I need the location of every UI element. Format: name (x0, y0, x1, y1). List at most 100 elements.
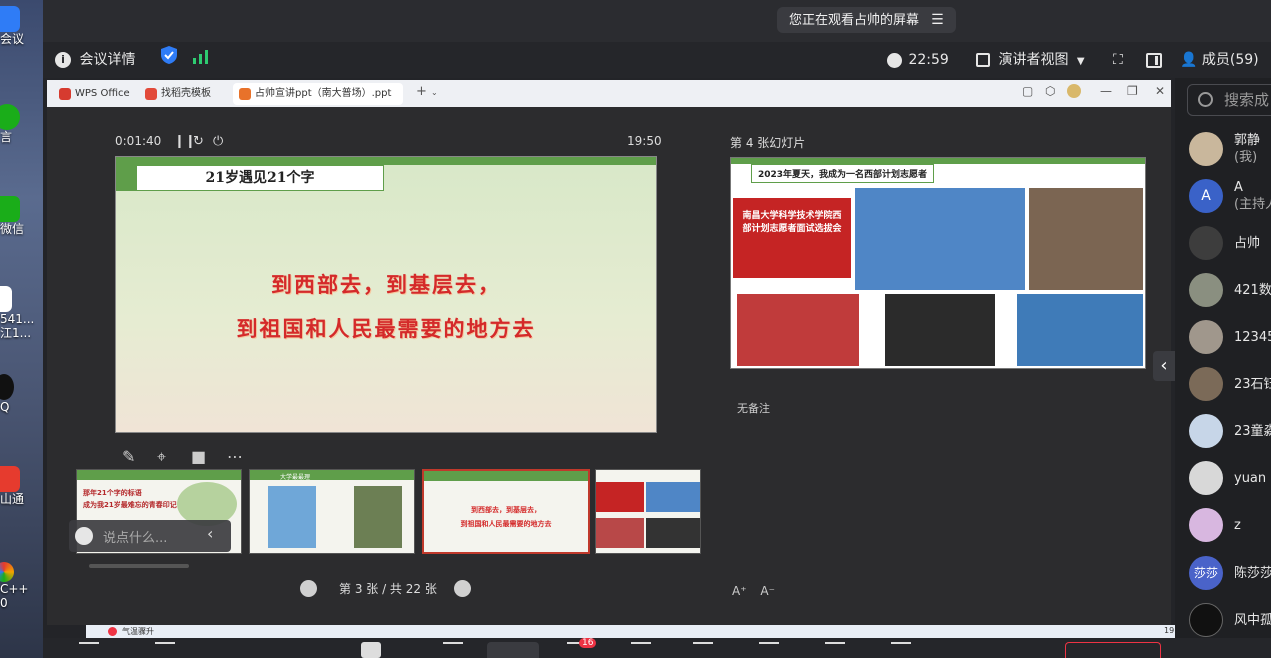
user-avatar-icon[interactable] (1067, 84, 1081, 98)
collapse-panel-button[interactable]: ‹ (1153, 351, 1175, 381)
document-icon (0, 286, 12, 312)
signal-strength-icon[interactable] (193, 42, 209, 78)
mute-mic-icon[interactable] (79, 642, 99, 658)
sidebar-toggle-icon[interactable] (1146, 42, 1162, 78)
desktop-icon-label: 0 (0, 596, 8, 610)
emoji-icon[interactable] (75, 527, 93, 545)
viewing-screen-indicator[interactable]: 您正在观看占帅的屏幕 ☰ (777, 7, 956, 33)
desktop-icon-label: 541... (0, 312, 35, 326)
member-name: 风中孤 (1234, 613, 1271, 628)
desktop-icon-meeting[interactable]: 会议 (0, 6, 43, 46)
increase-font-button[interactable]: A⁺ (732, 584, 747, 598)
avatar: A (1189, 179, 1223, 213)
next-slide-photo (1017, 294, 1143, 366)
presenter-view: 0:01:40 ❙❙ ↻ ⏻ 19:50 21岁遇见21个字 到西部去，到基层去… (47, 107, 1171, 625)
tab-label: WPS Office (75, 88, 130, 99)
members-count-label: 成员(59) (1201, 52, 1259, 68)
next-slide-label: 第 4 张幻灯片 (730, 136, 806, 150)
members-button[interactable]: 👤 成员(59) (1180, 42, 1259, 78)
desktop-icon-wechat[interactable]: 微信 (0, 196, 43, 236)
member-name: A(主持人 (1234, 180, 1271, 212)
elapsed-timer: 0:01:40 (115, 134, 162, 148)
tab-label: 找稻壳模板 (161, 88, 211, 99)
desktop-icon-label: 会议 (0, 32, 25, 46)
next-slide-title: 2023年夏天，我成为一名西部计划志愿者 (751, 164, 935, 183)
new-tab-button[interactable]: + ⌄ (416, 84, 438, 99)
chevron-left-icon[interactable]: ‹ (207, 524, 213, 543)
meeting-details-label: 会议详情 (79, 52, 136, 68)
record-icon[interactable] (631, 642, 651, 658)
next-slide-photo (737, 294, 859, 366)
camera-icon[interactable]: ■ (191, 447, 206, 466)
chat-icon[interactable]: 16 (567, 638, 597, 658)
pen-icon[interactable]: ✎ (122, 447, 135, 466)
members-manage-icon[interactable] (487, 642, 539, 658)
avatar (1189, 508, 1223, 542)
presenter-view-dropdown[interactable]: 演讲者视图 ▼ (976, 42, 1085, 78)
avatar (1189, 320, 1223, 354)
slide-thumbnail-2[interactable]: 大学最最理 (249, 469, 415, 554)
camera-off-icon[interactable] (155, 642, 175, 658)
apps-icon[interactable] (825, 642, 845, 658)
reaction-icon[interactable] (693, 642, 713, 658)
tab-template[interactable]: 找稻壳模板 (139, 83, 225, 105)
meeting-bottom-bar: 16 (43, 638, 1271, 658)
previous-slide-button[interactable] (300, 580, 317, 597)
tab-ppt-file[interactable]: 占帅宣讲ppt（南大普场）.ppt (233, 83, 403, 105)
restart-icon[interactable]: ↻ (193, 134, 204, 149)
share-screen-icon[interactable] (361, 642, 381, 658)
next-slide-button[interactable] (454, 580, 471, 597)
qq-penguin-icon (0, 374, 14, 400)
tab-wps-office[interactable]: WPS Office (53, 83, 133, 105)
more-options-icon[interactable]: ⋯ (227, 447, 243, 466)
meeting-details-button[interactable]: i 会议详情 (55, 42, 135, 78)
ai-assistant-icon[interactable] (759, 642, 779, 658)
meeting-app-icon (0, 6, 20, 32)
desktop-icon-label: C++ (0, 582, 29, 596)
current-slide: 21岁遇见21个字 到西部去，到基层去， 到祖国和人民最需要的地方去 (115, 156, 657, 433)
avatar (1189, 132, 1223, 166)
desktop-icon-2[interactable]: 言 (0, 104, 43, 144)
avatar (1189, 273, 1223, 307)
leave-meeting-button[interactable] (1065, 642, 1161, 658)
slide-thumbnail-3-selected[interactable]: 到西部去，到基层去， 到祖国和人民最需要的地方去 (422, 469, 590, 554)
invite-icon[interactable] (443, 642, 463, 658)
member-search-input[interactable]: 搜索成 (1187, 84, 1271, 116)
desktop-icon-cpp[interactable]: C++ 0 (0, 562, 43, 610)
desktop-icon-qq[interactable]: Q (0, 374, 43, 414)
slide-thumbnail-4[interactable] (595, 469, 701, 554)
desktop-icon-6[interactable]: 山通 (0, 466, 43, 506)
power-icon[interactable]: ⏻ (213, 134, 223, 149)
thumb-title: 大学最最理 (280, 474, 311, 481)
new-tab-label: + (416, 84, 427, 99)
menu-lines-icon[interactable]: ☰ (931, 12, 944, 28)
security-shield-icon[interactable] (161, 42, 177, 78)
wps-logo-icon (59, 88, 71, 100)
meeting-clock: 22:59 (887, 42, 949, 78)
minimize-icon[interactable]: — (1100, 84, 1112, 98)
thumb-text: 到西部去，到基层去， (471, 506, 541, 514)
chat-input-overlay[interactable]: 说点什么... ‹ (69, 520, 231, 552)
speaker-notes: 无备注 (737, 402, 770, 415)
decrease-font-button[interactable]: A⁻ (760, 584, 775, 598)
slide-title: 21岁遇见21个字 (136, 165, 384, 191)
close-icon[interactable]: ✕ (1155, 84, 1165, 98)
tab-window-icon[interactable]: ▢ (1022, 84, 1033, 98)
desktop-icon-label: 微信 (0, 222, 25, 236)
next-slide-photo (1029, 188, 1143, 290)
shared-screen: WPS Office 找稻壳模板 占帅宣讲ppt（南大普场）.ppt + ⌄ ▢… (43, 78, 1218, 638)
next-slide-photo (885, 294, 995, 366)
thumb-photo (646, 518, 700, 548)
info-icon: i (55, 52, 71, 68)
box-3d-icon[interactable]: ⬡ (1045, 84, 1055, 98)
desktop-icon-file[interactable]: 541... 江1... (0, 286, 43, 340)
weather-icon (108, 627, 117, 636)
desktop-icon-label: 山通 (0, 492, 25, 506)
focus-icon[interactable]: ⌖ (157, 447, 166, 467)
restore-icon[interactable]: ❐ (1127, 84, 1138, 98)
fullscreen-icon[interactable]: ⛶ (1113, 42, 1123, 78)
chevron-down-icon: ⌄ (431, 88, 438, 97)
thumb-text: 那年21个字的标语 (83, 489, 142, 497)
settings-gear-icon[interactable] (891, 642, 911, 658)
thumbnail-scrollbar[interactable] (89, 564, 189, 568)
